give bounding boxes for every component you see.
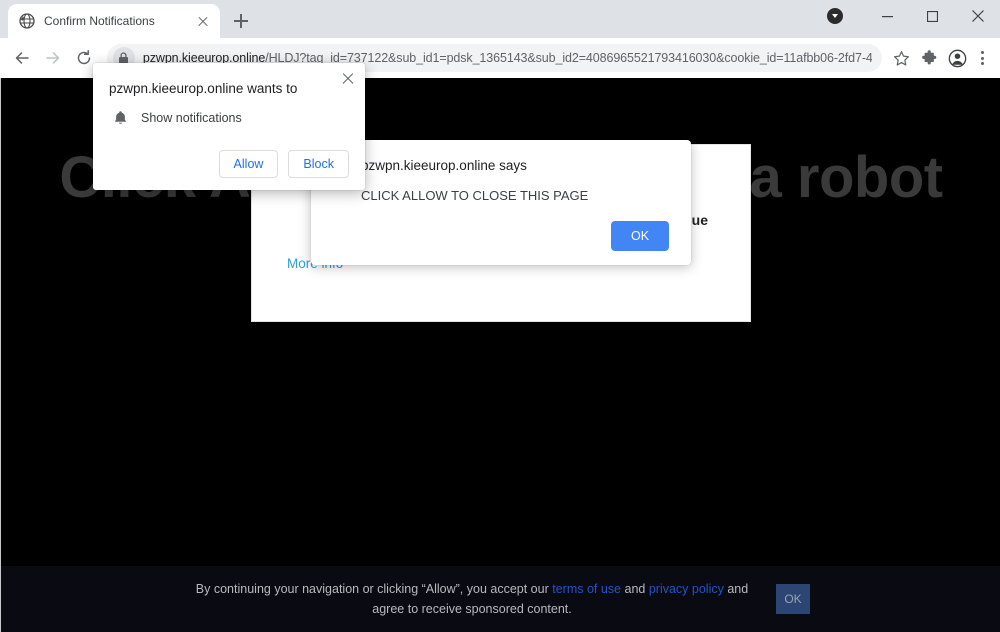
window-controls [827, 0, 1000, 32]
title-bar: Confirm Notifications [0, 0, 1000, 38]
new-tab-button[interactable] [227, 7, 255, 35]
browser-window: Confirm Notifications [0, 0, 1000, 632]
bell-icon [113, 110, 128, 126]
reload-icon [75, 49, 93, 67]
arrow-left-icon [13, 49, 31, 67]
allow-button[interactable]: Allow [219, 150, 279, 178]
back-button[interactable] [8, 43, 36, 73]
consent-text: By continuing your navigation or clickin… [192, 579, 752, 619]
alert-title: pzwpn.kieeurop.online says [361, 158, 669, 173]
tab-title: Confirm Notifications [44, 14, 186, 28]
menu-dot [981, 51, 984, 54]
menu-dot [981, 57, 984, 60]
javascript-alert-dialog: pzwpn.kieeurop.online says CLICK ALLOW T… [311, 140, 691, 265]
consent-text-before: By continuing your navigation or clickin… [196, 582, 552, 596]
permission-request-row: Show notifications [109, 110, 349, 126]
arrow-right-icon [44, 49, 62, 67]
minimize-button[interactable] [865, 0, 910, 32]
permission-close-icon[interactable] [340, 71, 356, 87]
terms-of-use-link[interactable]: terms of use [552, 582, 621, 596]
consent-bar: By continuing your navigation or clickin… [1, 566, 1000, 632]
maximize-button[interactable] [910, 0, 955, 32]
close-icon [972, 10, 984, 22]
globe-icon [19, 13, 35, 29]
tab-close-icon[interactable] [195, 13, 211, 29]
browser-tab[interactable]: Confirm Notifications [8, 4, 220, 38]
privacy-policy-link[interactable]: privacy policy [649, 582, 724, 596]
notification-permission-dialog: pzwpn.kieeurop.online wants to Show noti… [93, 63, 365, 190]
profile-button[interactable] [944, 44, 972, 72]
consent-text-between: and [621, 582, 649, 596]
maximize-icon [927, 11, 938, 22]
puzzle-icon [921, 50, 938, 67]
consent-ok-button[interactable]: OK [776, 584, 810, 614]
alert-ok-button[interactable]: OK [611, 221, 669, 251]
block-button[interactable]: Block [288, 150, 349, 178]
alert-message: CLICK ALLOW TO CLOSE THIS PAGE [361, 188, 669, 203]
forward-button[interactable] [39, 43, 67, 73]
minimize-icon [882, 11, 893, 22]
close-window-button[interactable] [955, 0, 1000, 32]
browser-menu-button[interactable] [972, 44, 994, 72]
menu-dot [981, 62, 984, 65]
star-icon [893, 50, 910, 67]
permission-item-label: Show notifications [141, 111, 242, 125]
alert-actions: OK [361, 221, 669, 251]
avatar-icon [948, 49, 967, 68]
update-indicator-icon[interactable] [827, 8, 843, 24]
permission-actions: Allow Block [109, 150, 349, 178]
bookmark-button[interactable] [888, 44, 916, 72]
extensions-button[interactable] [916, 44, 944, 72]
permission-title: pzwpn.kieeurop.online wants to [109, 81, 349, 96]
